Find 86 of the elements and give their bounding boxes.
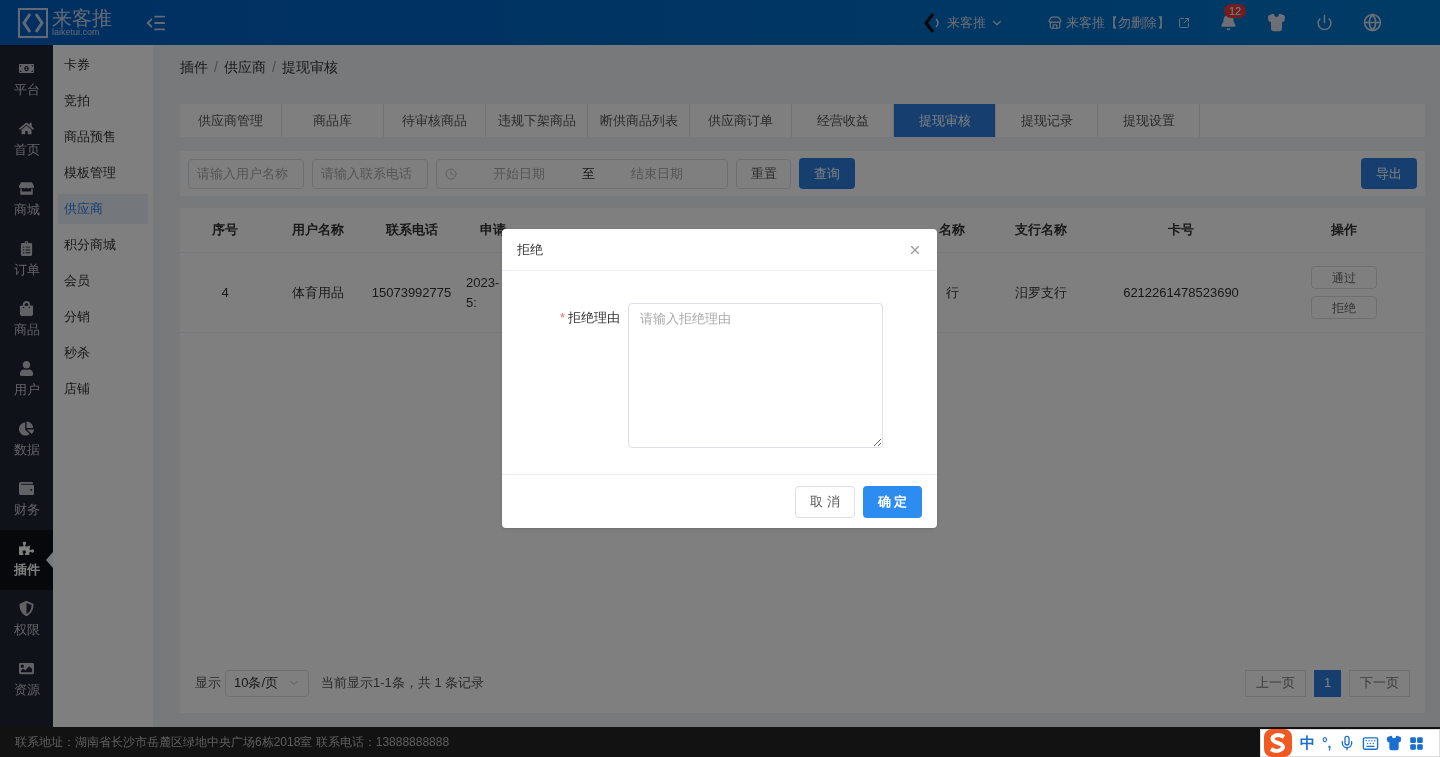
page-size-label: 显示 <box>195 674 221 693</box>
table-cell-text: 行 <box>946 283 959 302</box>
export-button[interactable]: 导出 <box>1361 158 1417 189</box>
sidebar-item[interactable]: 资源 <box>0 650 53 710</box>
table-cell-text: 2023- <box>466 273 500 292</box>
wallet-icon <box>19 480 34 496</box>
submenu-item[interactable]: 竞拍 <box>58 86 148 116</box>
notification-bell-icon[interactable] <box>1220 14 1237 31</box>
sidebar-item[interactable]: 财务 <box>0 470 53 530</box>
table-cell-text: 5: <box>466 293 477 312</box>
store-icon <box>1048 15 1062 30</box>
sidebar-item[interactable]: 数据 <box>0 410 53 470</box>
puzzle-icon <box>19 540 34 556</box>
sidebar-item[interactable]: 权限 <box>0 590 53 650</box>
reset-button[interactable]: 重置 <box>736 158 791 189</box>
submenu-item[interactable]: 卡券 <box>58 50 148 80</box>
submenu-item[interactable]: 会员 <box>58 266 148 296</box>
reject-button[interactable]: 拒绝 <box>1310 296 1377 319</box>
breadcrumb-item[interactable]: 插件 <box>180 57 208 78</box>
breadcrumb-separator: / <box>214 58 218 77</box>
table-cell-text: 体育用品 <box>291 283 344 302</box>
table-cell-text: 4 <box>221 283 229 302</box>
column-header: 操作 <box>1330 221 1357 240</box>
logo-subtext: laiketui.com <box>52 28 100 37</box>
sidebar-item[interactable]: 首页 <box>0 110 53 170</box>
sidebar-item[interactable]: 商品 <box>0 290 53 350</box>
submenu-item[interactable]: 商品预售 <box>58 122 148 152</box>
home-icon <box>19 120 34 136</box>
ime-punctuation[interactable]: °, <box>1322 732 1332 754</box>
submenu-item[interactable]: 秒杀 <box>58 338 148 368</box>
dialog-title: 拒绝 <box>517 240 543 259</box>
table-cell-text: 6212261478523690 <box>1123 283 1239 302</box>
toolbox-icon[interactable] <box>1408 735 1424 751</box>
approve-button[interactable]: 通过 <box>1310 266 1377 289</box>
globe-icon[interactable] <box>1363 13 1382 32</box>
keyboard-icon[interactable] <box>1361 734 1379 752</box>
skin-shirt-icon[interactable] <box>1385 735 1402 751</box>
clock-icon <box>445 167 457 180</box>
page-button[interactable]: 1 <box>1314 669 1341 697</box>
logo-icon <box>18 7 48 38</box>
user-menu[interactable]: 来客推 <box>921 11 1004 34</box>
column-header: 支行名称 <box>1015 221 1067 240</box>
external-link-icon[interactable] <box>1178 16 1190 29</box>
column-header: 联系电话 <box>385 221 438 240</box>
reason-field[interactable]: 请输入拒绝理由 <box>628 303 883 448</box>
shirt-icon[interactable] <box>1267 13 1286 32</box>
sidebar-item[interactable]: 平台 <box>0 50 53 110</box>
sidebar-item[interactable]: 订单 <box>0 230 53 290</box>
column-header: 序号 <box>212 221 238 240</box>
page-size-select[interactable]: 10条/页 <box>225 669 309 697</box>
field-label: 拒绝理由 <box>568 309 620 327</box>
ime-mode[interactable]: 中 <box>1300 731 1315 755</box>
table-cell-text: 15073992775 <box>371 283 452 302</box>
breadcrumb-separator: / <box>271 58 276 77</box>
power-icon[interactable] <box>1316 14 1333 31</box>
submenu-item[interactable]: 店铺 <box>58 374 148 404</box>
pie-chart-icon <box>19 420 34 436</box>
table-cell-text: 汨罗支行 <box>1015 283 1067 302</box>
footer-contact: 联系地址：湖南省长沙市岳麓区绿地中央广场6栋2018室 联系电话：13888888888 <box>15 734 450 751</box>
column-header: 卡号 <box>1168 221 1194 240</box>
required-mark: * <box>559 309 565 327</box>
store-name: 来客推【勿删除】 <box>1066 13 1170 32</box>
submenu-item[interactable]: 供应商 <box>58 194 148 224</box>
breadcrumb-item: 提现审核 <box>281 58 338 77</box>
record-summary: 当前显示1-1条，共 1 条记录 <box>321 674 485 693</box>
breadcrumb-item[interactable]: 供应商 <box>223 57 266 78</box>
logo-text: 来客推 <box>52 8 112 28</box>
notification-badge: 12 <box>1224 4 1247 18</box>
submenu-item[interactable]: 分销 <box>58 302 148 332</box>
shield-icon <box>19 600 34 616</box>
search-button[interactable]: 查询 <box>799 158 855 189</box>
clipboard-icon <box>19 240 34 256</box>
tab[interactable]: 提现审核 <box>894 104 996 137</box>
column-header: 名称 <box>939 221 965 240</box>
image-icon <box>19 660 34 676</box>
submenu-item[interactable]: 模板管理 <box>58 158 148 188</box>
sidebar-item[interactable]: 用户 <box>0 350 53 410</box>
bag-icon <box>19 300 34 316</box>
confirm-button[interactable]: 确 定 <box>863 485 922 518</box>
sidebar-item[interactable]: 商城 <box>0 170 53 230</box>
column-header: 用户名称 <box>291 221 344 240</box>
submenu-item[interactable]: 积分商城 <box>58 230 148 260</box>
user-icon <box>19 360 34 376</box>
cancel-button[interactable]: 取 消 <box>795 485 855 518</box>
sidebar-item[interactable]: 插件 <box>0 530 53 590</box>
store-icon <box>19 180 34 196</box>
